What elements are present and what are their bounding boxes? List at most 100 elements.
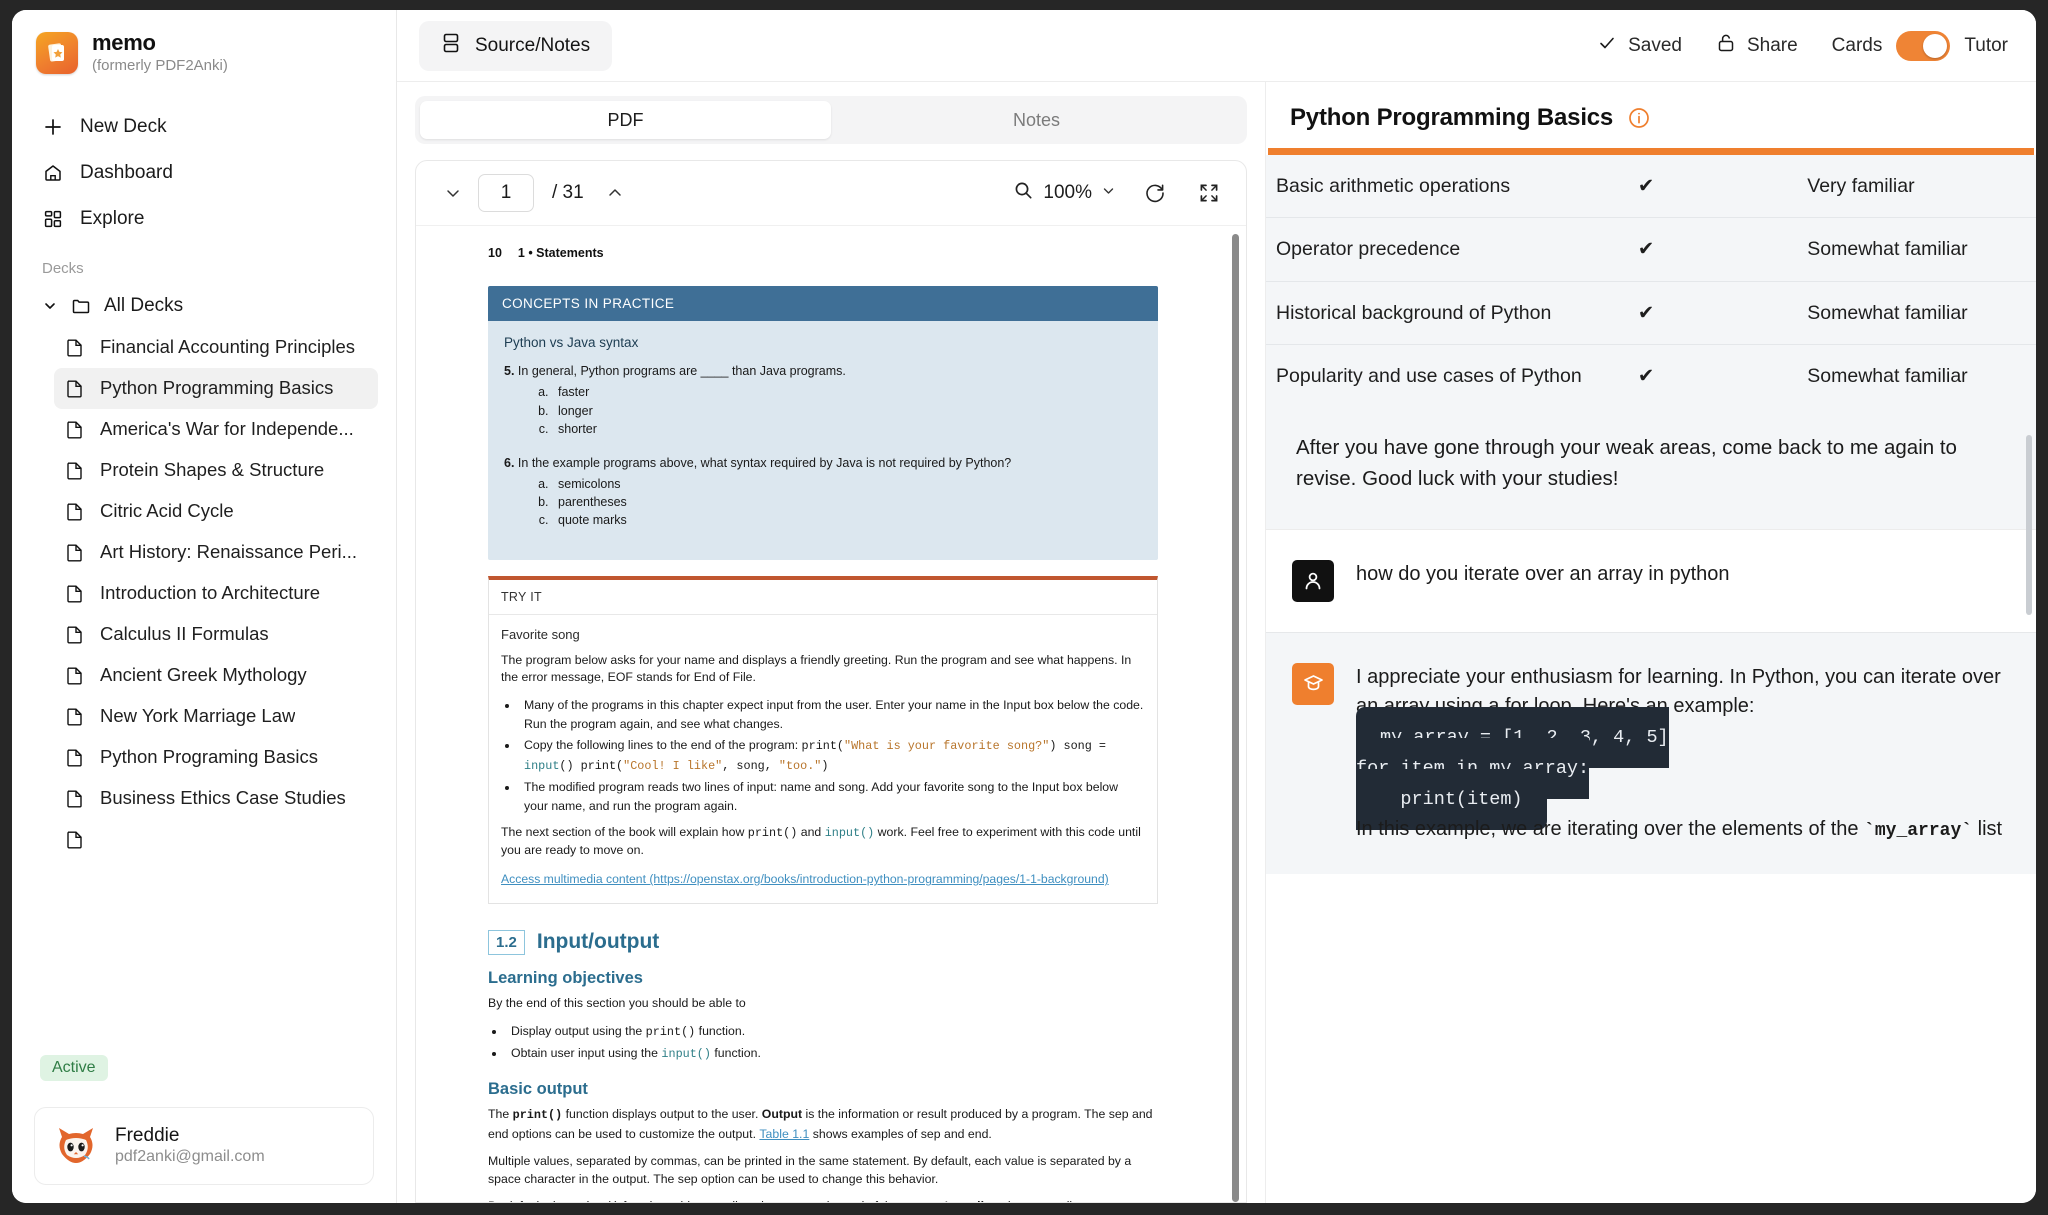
table-row: Popularity and use cases of Python ✔ Som… <box>1266 344 2036 407</box>
code-fn: input() <box>661 1047 711 1062</box>
basic-output-heading: Basic output <box>488 1080 588 1099</box>
brand[interactable]: memo (formerly PDF2Anki) <box>12 10 396 86</box>
deck-item[interactable]: Introduction to Architecture <box>54 573 378 614</box>
deck-item[interactable]: Business Ethics Case Studies <box>54 778 378 819</box>
topic-cell: Basic arithmetic operations <box>1266 155 1628 219</box>
try-it-intro: The program below asks for your name and… <box>501 652 1132 685</box>
table-row: Operator precedence ✔ Somewhat familiar <box>1266 217 2036 282</box>
deck-label: Business Ethics Case Studies <box>100 787 346 809</box>
primary-nav: New Deck Dashboard Explore <box>12 86 396 242</box>
level-cell: Very familiar <box>1797 155 2036 219</box>
grid-icon <box>42 208 64 230</box>
tutor-avatar-icon <box>1292 662 1334 705</box>
deck-label: Art History: Renaissance Peri... <box>100 541 358 563</box>
multimedia-link[interactable]: Access multimedia content (https://opens… <box>501 871 1109 889</box>
source-notes-button[interactable]: Source/Notes <box>419 20 613 71</box>
deck-label: Python Programing Basics <box>100 746 318 768</box>
table-link[interactable]: Table 1.1 <box>759 1126 809 1144</box>
sidebar-item-new-deck[interactable]: New Deck <box>30 104 378 150</box>
rotate-icon[interactable] <box>1140 178 1170 208</box>
chevron-down-icon[interactable] <box>438 178 468 208</box>
option: quote marks <box>552 511 1142 529</box>
deck-item[interactable]: Citric Acid Cycle <box>54 491 378 532</box>
code-frag: , song, <box>722 758 779 773</box>
viewer-tabs: PDF Notes <box>415 96 1247 144</box>
outro-text: In this example, we are iterating over t… <box>1356 817 1865 840</box>
magnifier-icon <box>1013 180 1034 207</box>
zoom-control[interactable]: 100% <box>1013 180 1116 207</box>
check-cell: ✔ <box>1637 364 1655 387</box>
sidebar-item-dashboard[interactable]: Dashboard <box>30 150 378 196</box>
deck-item[interactable]: Art History: Renaissance Peri... <box>54 532 378 573</box>
code-string: "Cool! I like" <box>623 758 723 773</box>
p-text: The <box>488 1107 513 1122</box>
concepts-title: Python vs Java syntax <box>504 335 639 350</box>
objective-text: Obtain user input using the <box>511 1046 662 1061</box>
app-window: memo (formerly PDF2Anki) New Deck Dashbo… <box>12 10 2036 1203</box>
cards-tutor-toggle[interactable]: Cards Tutor <box>1832 30 2008 61</box>
page-number-input[interactable]: 1 <box>478 174 534 212</box>
deck-item[interactable] <box>54 819 378 860</box>
outro-text: and <box>797 825 825 840</box>
sidebar-item-explore[interactable]: Explore <box>30 196 378 242</box>
deck-item[interactable]: Calculus II Formulas <box>54 614 378 655</box>
deck-item[interactable]: Ancient Greek Mythology <box>54 655 378 696</box>
info-icon[interactable] <box>1627 106 1651 130</box>
document-icon <box>66 707 86 726</box>
tree-root-all-decks[interactable]: All Decks <box>30 285 378 327</box>
pdf-scrollbar[interactable] <box>1232 234 1239 1202</box>
document-icon <box>66 666 86 685</box>
p-text: character tells <box>998 1199 1079 1202</box>
topic-cell: Popularity and use cases of Python <box>1276 364 1582 387</box>
outro-text: list <box>1972 817 2003 840</box>
user-profile[interactable]: Freddie pdf2anki@gmail.com <box>34 1107 374 1185</box>
code-fn: input() <box>824 826 875 841</box>
option: longer <box>552 402 1142 420</box>
chevron-down-icon <box>1101 182 1116 204</box>
section-number: 1.2 <box>488 929 525 955</box>
chat-scrollbar[interactable] <box>2026 435 2032 615</box>
lock-open-icon <box>1716 32 1736 60</box>
deck-item[interactable]: Financial Accounting Principles <box>54 327 378 368</box>
deck-item[interactable]: Python Programing Basics <box>54 737 378 778</box>
profile-name: Freddie <box>115 1124 180 1146</box>
p-bold: newline <box>953 1199 998 1202</box>
tab-label: Notes <box>1012 109 1061 130</box>
deck-label: America's War for Independe... <box>100 418 354 440</box>
tab-pdf[interactable]: PDF <box>420 101 831 139</box>
saved-status: Saved <box>1597 33 1682 59</box>
document-icon <box>66 625 86 644</box>
deck-item-selected[interactable]: Python Programming Basics <box>54 367 378 409</box>
brand-name: memo <box>92 30 156 55</box>
deck-item[interactable]: America's War for Independe... <box>54 409 378 450</box>
mode-switch[interactable] <box>1896 30 1951 61</box>
table-row: Historical background of Python ✔ Somewh… <box>1266 281 2036 345</box>
expand-icon[interactable] <box>1194 178 1224 208</box>
pdf-running-head: 10 1 • Statements <box>488 246 1158 260</box>
memo-logo-icon <box>36 31 78 74</box>
folder-icon <box>70 295 92 317</box>
document-icon <box>66 830 86 849</box>
document-icon <box>66 461 86 480</box>
sidebar-item-label: Dashboard <box>80 161 173 183</box>
objective-text: function. <box>710 1046 761 1061</box>
deck-item[interactable]: Protein Shapes & Structure <box>54 450 378 491</box>
code-fn: input <box>524 758 560 773</box>
tab-notes[interactable]: Notes <box>831 101 1242 139</box>
try-it-body: Favorite song The program below asks for… <box>489 615 1157 903</box>
deck-item[interactable]: New York Marriage Law <box>54 696 378 737</box>
document-icon <box>66 379 86 398</box>
deck-label: New York Marriage Law <box>100 705 296 727</box>
share-button[interactable]: Share <box>1716 32 1798 60</box>
document-icon <box>66 789 86 808</box>
level-cell: Somewhat familiar <box>1807 364 1968 387</box>
code-frag: print() <box>747 826 798 841</box>
section-heading: 1.2 Input/output <box>488 929 1158 955</box>
pdf-tools-right: 100% <box>1013 178 1224 208</box>
concepts-question: 5. In general, Python programs are ____ … <box>504 362 1142 438</box>
chevron-up-icon[interactable] <box>600 178 630 208</box>
p-text: By default, the <box>488 1199 570 1202</box>
level-cell: Somewhat familiar <box>1797 217 2036 282</box>
tab-label: PDF <box>607 109 644 130</box>
code-frag: ) <box>821 758 829 773</box>
